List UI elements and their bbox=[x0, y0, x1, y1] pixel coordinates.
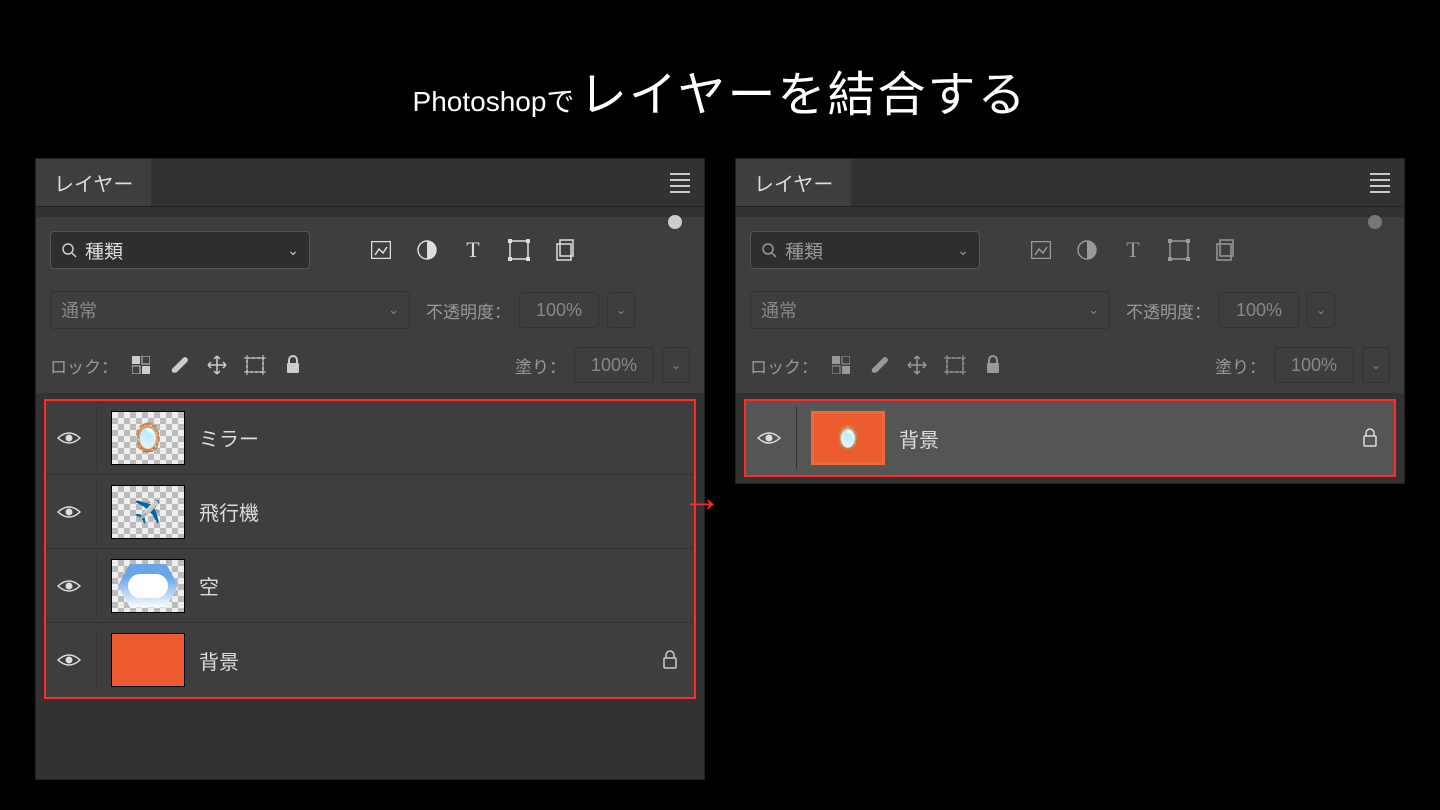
layers-highlight-before: 🪞 ミラー ✈️ 飛行機 空 背景 bbox=[44, 399, 696, 699]
tab-label: レイヤー bbox=[54, 168, 133, 197]
layer-row[interactable]: 🪞 ミラー bbox=[46, 401, 694, 475]
filter-icons: T bbox=[370, 239, 576, 261]
filter-shape-icon[interactable] bbox=[1168, 239, 1190, 261]
opacity-label: 不透明度： bbox=[1126, 298, 1211, 323]
filter-adjustment-icon[interactable] bbox=[416, 239, 438, 261]
filter-pixel-icon[interactable] bbox=[1030, 239, 1052, 261]
lock-pixels-icon[interactable] bbox=[830, 354, 852, 376]
title-prefix: Photoshopで bbox=[413, 86, 575, 117]
chevron-down-icon: ⌄ bbox=[388, 302, 399, 318]
filter-type-select[interactable]: 種類 ⌄ bbox=[750, 231, 980, 269]
layer-thumbnail[interactable] bbox=[111, 559, 185, 613]
page-title: Photoshopで レイヤーを結合する bbox=[0, 55, 1440, 125]
blend-row: 通常 ⌄ 不透明度： 100% ⌄ bbox=[736, 283, 1404, 337]
opacity-chevron[interactable]: ⌄ bbox=[607, 292, 635, 328]
search-icon bbox=[761, 242, 777, 258]
title-main: レイヤーを結合する bbox=[579, 69, 1028, 122]
lock-brush-icon[interactable] bbox=[868, 354, 890, 376]
layer-name[interactable]: ミラー bbox=[199, 423, 684, 452]
chevron-down-icon: ⌄ bbox=[287, 242, 299, 259]
lock-icon bbox=[1362, 428, 1378, 448]
lock-all-icon[interactable] bbox=[282, 354, 304, 376]
layer-name[interactable]: 背景 bbox=[199, 646, 648, 675]
lock-brush-icon[interactable] bbox=[168, 354, 190, 376]
fill-label: 塗り： bbox=[515, 353, 566, 378]
panel-header: レイヤー bbox=[736, 159, 1404, 207]
opacity-value[interactable]: 100% bbox=[519, 292, 599, 328]
opacity-chevron[interactable]: ⌄ bbox=[1307, 292, 1335, 328]
lock-artboard-icon[interactable] bbox=[244, 354, 266, 376]
lock-all-icon[interactable] bbox=[982, 354, 1004, 376]
filter-row: 種類 ⌄ T bbox=[736, 217, 1404, 283]
layer-thumbnail[interactable]: 🪞 bbox=[811, 411, 885, 465]
tab-layers[interactable]: レイヤー bbox=[736, 159, 851, 206]
fill-chevron[interactable]: ⌄ bbox=[1362, 347, 1390, 383]
filter-label: 種類 bbox=[85, 237, 123, 264]
filter-type-icon[interactable]: T bbox=[1122, 239, 1144, 261]
layer-thumbnail[interactable]: 🪞 bbox=[111, 411, 185, 465]
lock-row: ロック： 塗り： 100% ⌄ bbox=[736, 337, 1404, 393]
layer-name[interactable]: 背景 bbox=[899, 424, 1348, 453]
visibility-icon[interactable] bbox=[56, 429, 82, 447]
layers-panel-before: レイヤー 種類 ⌄ T 通常 ⌄ 不透明度： 100% ⌄ bbox=[35, 158, 705, 780]
layer-thumbnail[interactable]: ✈️ bbox=[111, 485, 185, 539]
panel-menu-icon[interactable] bbox=[1370, 173, 1390, 193]
lock-row: ロック： 塗り： 100% ⌄ bbox=[36, 337, 704, 393]
filter-row: 種類 ⌄ T bbox=[36, 217, 704, 283]
filter-icons: T bbox=[1030, 239, 1236, 261]
filter-smartobject-icon[interactable] bbox=[1214, 239, 1236, 261]
visibility-icon[interactable] bbox=[56, 577, 82, 595]
layer-thumbnail[interactable] bbox=[111, 633, 185, 687]
chevron-down-icon: ⌄ bbox=[1088, 302, 1099, 318]
panel-header: レイヤー bbox=[36, 159, 704, 207]
chevron-down-icon: ⌄ bbox=[957, 242, 969, 259]
arrow-right-icon: → bbox=[682, 476, 722, 521]
filter-shape-icon[interactable] bbox=[508, 239, 530, 261]
tab-label: レイヤー bbox=[754, 168, 833, 197]
lock-position-icon[interactable] bbox=[206, 354, 228, 376]
layers-highlight-after: 🪞 背景 bbox=[744, 399, 1396, 477]
layers-panel-after: レイヤー 種類 ⌄ T 通常 ⌄ 不透明度： 100% ⌄ bbox=[735, 158, 1405, 484]
fill-chevron[interactable]: ⌄ bbox=[662, 347, 690, 383]
blend-mode-select[interactable]: 通常 ⌄ bbox=[50, 291, 410, 329]
layer-name[interactable]: 空 bbox=[199, 571, 684, 600]
visibility-icon[interactable] bbox=[756, 429, 782, 447]
lock-artboard-icon[interactable] bbox=[944, 354, 966, 376]
layer-row[interactable]: 🪞 背景 bbox=[746, 401, 1394, 475]
filter-toggle[interactable] bbox=[668, 215, 682, 229]
lock-position-icon[interactable] bbox=[906, 354, 928, 376]
layer-name[interactable]: 飛行機 bbox=[199, 497, 684, 526]
fill-value[interactable]: 100% bbox=[574, 347, 654, 383]
panel-menu-icon[interactable] bbox=[670, 173, 690, 193]
filter-type-icon[interactable]: T bbox=[462, 239, 484, 261]
opacity-value[interactable]: 100% bbox=[1219, 292, 1299, 328]
filter-type-select[interactable]: 種類 ⌄ bbox=[50, 231, 310, 269]
layer-row[interactable]: ✈️ 飛行機 bbox=[46, 475, 694, 549]
opacity-label: 不透明度： bbox=[426, 298, 511, 323]
search-icon bbox=[61, 242, 77, 258]
lock-label: ロック： bbox=[750, 353, 818, 378]
layer-row[interactable]: 空 bbox=[46, 549, 694, 623]
lock-pixels-icon[interactable] bbox=[130, 354, 152, 376]
fill-value[interactable]: 100% bbox=[1274, 347, 1354, 383]
filter-pixel-icon[interactable] bbox=[370, 239, 392, 261]
blend-mode-select[interactable]: 通常 ⌄ bbox=[750, 291, 1110, 329]
fill-label: 塗り： bbox=[1215, 353, 1266, 378]
filter-smartobject-icon[interactable] bbox=[554, 239, 576, 261]
lock-label: ロック： bbox=[50, 353, 118, 378]
blend-mode-label: 通常 bbox=[761, 297, 797, 323]
blend-mode-label: 通常 bbox=[61, 297, 97, 323]
filter-adjustment-icon[interactable] bbox=[1076, 239, 1098, 261]
layer-row[interactable]: 背景 bbox=[46, 623, 694, 697]
lock-icon bbox=[662, 650, 678, 670]
visibility-icon[interactable] bbox=[56, 651, 82, 669]
filter-toggle[interactable] bbox=[1368, 215, 1382, 229]
tab-layers[interactable]: レイヤー bbox=[36, 159, 151, 206]
filter-label: 種類 bbox=[785, 237, 823, 264]
blend-row: 通常 ⌄ 不透明度： 100% ⌄ bbox=[36, 283, 704, 337]
visibility-icon[interactable] bbox=[56, 503, 82, 521]
